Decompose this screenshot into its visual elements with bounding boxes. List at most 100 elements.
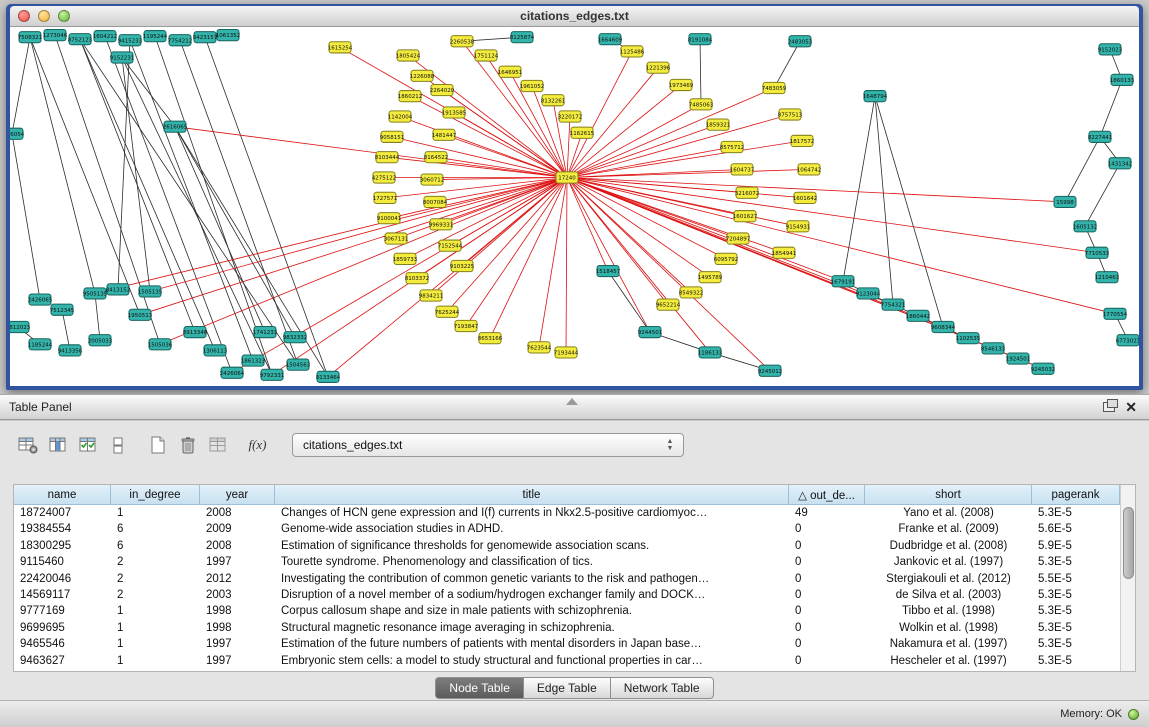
graph-node[interactable]: 15998 — [1054, 196, 1076, 207]
graph-node[interactable]: 9608344 — [931, 321, 956, 332]
table-row[interactable]: 969969511998Structural magnetic resonanc… — [14, 620, 1120, 636]
graph-node[interactable]: 1664609 — [598, 34, 623, 45]
graph-node[interactable]: 1504563 — [286, 359, 311, 370]
graph-node[interactable]: 9652214 — [656, 299, 681, 310]
column-header-5[interactable]: short — [865, 485, 1032, 505]
graph-node[interactable]: 7193444 — [554, 347, 579, 358]
column-header-0[interactable]: name — [14, 485, 111, 505]
graph-node[interactable]: 1973469 — [669, 79, 694, 90]
graph-node[interactable]: 2483053 — [788, 36, 813, 47]
column-header-4[interactable]: △ out_de... — [789, 485, 865, 505]
graph-node[interactable]: 1604737 — [730, 164, 755, 175]
graph-node[interactable]: 1226088 — [410, 70, 435, 81]
graph-node[interactable]: 1859321 — [706, 119, 731, 130]
graph-node[interactable]: 1950513 — [128, 309, 153, 320]
graph-node[interactable]: 2005033 — [88, 335, 113, 346]
graph-node[interactable]: 1481447 — [432, 129, 457, 140]
table-scrollbar[interactable] — [1120, 485, 1135, 671]
table-row[interactable]: 1872400712008Changes of HCN gene express… — [14, 505, 1120, 521]
graph-node[interactable]: 1605132 — [1073, 221, 1097, 232]
graph-node[interactable]: 1860442 — [906, 310, 930, 321]
graph-node[interactable]: 1273046 — [43, 30, 68, 41]
graph-node[interactable]: 8413152 — [106, 284, 130, 295]
graph-node[interactable]: 17240 — [556, 172, 578, 183]
graph-node[interactable]: 8103372 — [405, 273, 429, 284]
graph-node[interactable]: 1221396 — [646, 62, 671, 73]
table-row[interactable]: 2242004622012Investigating the contribut… — [14, 571, 1120, 587]
graph-node[interactable]: 1162615 — [570, 127, 595, 138]
show-columns-icon[interactable] — [44, 432, 71, 458]
graph-node[interactable]: 8546133 — [981, 343, 1006, 354]
graph-node[interactable]: 1518457 — [596, 265, 621, 276]
graph-node[interactable]: 7508321 — [18, 32, 43, 43]
graph-node[interactable]: 7193847 — [454, 320, 479, 331]
table-settings-icon[interactable] — [14, 432, 41, 458]
graph-node[interactable]: 9969331 — [429, 219, 454, 230]
tab-node-table[interactable]: Node Table — [435, 677, 524, 699]
graph-node[interactable]: 9616054 — [10, 128, 25, 139]
graph-node[interactable]: 3220172 — [558, 111, 582, 122]
graph-node[interactable]: 1817572 — [790, 135, 814, 146]
graph-node[interactable]: 1741233 — [253, 327, 278, 338]
graph-node[interactable]: 1913585 — [442, 107, 467, 118]
graph-node[interactable]: 1495789 — [698, 272, 723, 283]
graph-node[interactable]: 3060712 — [420, 174, 444, 185]
graph-node[interactable]: 1648794 — [863, 91, 888, 102]
close-window-button[interactable] — [18, 10, 30, 22]
graph-node[interactable]: 1185244 — [28, 339, 53, 350]
graph-node[interactable]: 7485063 — [689, 99, 714, 110]
window-titlebar[interactable]: citations_edges.txt — [10, 6, 1139, 27]
graph-node[interactable]: 1125486 — [620, 46, 645, 57]
graph-node[interactable]: 1812023 — [10, 321, 31, 332]
graph-node[interactable]: 8164522 — [424, 152, 448, 163]
graph-node[interactable]: 8549322 — [679, 287, 703, 298]
graph-node[interactable]: 1615254 — [328, 42, 353, 53]
graph-node[interactable]: 9415233 — [118, 35, 143, 46]
graph-node[interactable]: 8913346 — [183, 327, 208, 338]
graph-node[interactable]: 7754212 — [168, 35, 192, 46]
new-table-icon[interactable] — [144, 432, 171, 458]
function-builder-icon[interactable]: f(x) — [244, 432, 271, 458]
import-table-icon[interactable] — [204, 432, 231, 458]
graph-node[interactable]: 4275122 — [372, 172, 396, 183]
graph-node[interactable]: 8132261 — [541, 95, 566, 106]
table-row[interactable]: 946362711997Embryonic stem cells: a mode… — [14, 653, 1120, 669]
graph-node[interactable]: 8653166 — [478, 333, 503, 344]
column-header-2[interactable]: year — [200, 485, 275, 505]
graph-node[interactable]: 9505135 — [83, 288, 108, 299]
graph-node[interactable]: 1961052 — [520, 80, 544, 91]
graph-node[interactable]: 8191084 — [688, 34, 713, 45]
graph-node[interactable]: 1924501 — [1006, 353, 1031, 364]
graph-node[interactable]: 8575712 — [720, 141, 744, 152]
graph-node[interactable]: 9834211 — [419, 290, 444, 301]
close-panel-icon[interactable]: ✕ — [1125, 400, 1137, 414]
graph-node[interactable]: 9100041 — [377, 213, 402, 224]
graph-node[interactable]: 1861323 — [241, 355, 266, 366]
select-columns-icon[interactable] — [74, 432, 101, 458]
graph-node[interactable]: 8752123 — [68, 34, 93, 45]
graph-node[interactable]: 1646951 — [498, 66, 523, 77]
graph-node[interactable]: 7625244 — [435, 306, 460, 317]
column-header-6[interactable]: pagerank — [1032, 485, 1120, 505]
graph-node[interactable]: 1604212 — [93, 31, 117, 42]
splitter-handle[interactable] — [566, 398, 578, 405]
graph-node[interactable]: 2426065 — [28, 294, 53, 305]
graph-node[interactable]: 9058151 — [380, 131, 405, 142]
network-view[interactable]: 1724018054241226088186021211420049058151… — [10, 27, 1139, 386]
graph-node[interactable]: 8227441 — [1088, 131, 1113, 142]
graph-node[interactable]: 1505135 — [138, 286, 163, 297]
graph-node[interactable]: 3216072 — [735, 187, 759, 198]
table-row[interactable]: 911546021997Tourette syndrome. Phenomeno… — [14, 554, 1120, 570]
graph-node[interactable]: 1210463 — [1095, 272, 1120, 283]
graph-node[interactable]: 1860133 — [1110, 74, 1135, 85]
zoom-window-button[interactable] — [58, 10, 70, 22]
graph-node[interactable]: 2426064 — [220, 367, 245, 378]
float-panel-icon[interactable] — [1103, 402, 1115, 412]
graph-node[interactable]: 7623544 — [527, 342, 552, 353]
table-source-dropdown[interactable]: citations_edges.txt ▲▼ — [292, 433, 684, 457]
graph-node[interactable]: 7483059 — [762, 82, 787, 93]
graph-node[interactable]: 1601627 — [733, 211, 758, 222]
graph-node[interactable]: 9154931 — [786, 221, 811, 232]
column-header-3[interactable]: title — [275, 485, 789, 505]
graph-node[interactable]: 7710533 — [1085, 247, 1110, 258]
